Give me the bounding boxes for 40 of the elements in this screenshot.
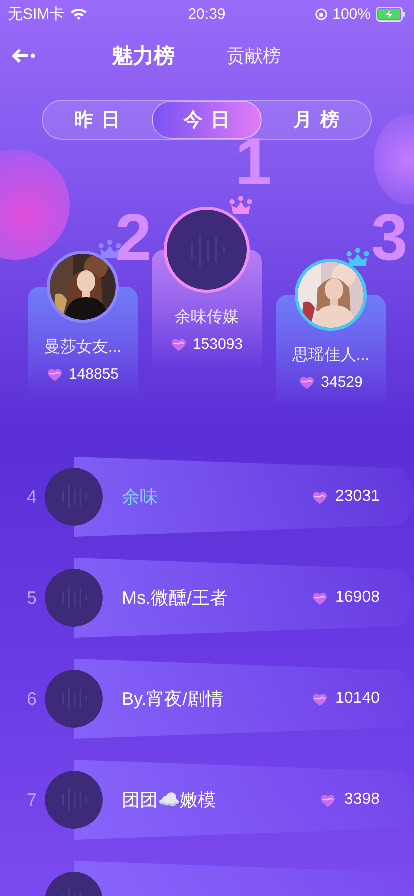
charm-score: 16908 [336, 589, 380, 607]
heart-icon [312, 692, 328, 706]
heart-icon [46, 367, 63, 382]
crown-icon [228, 195, 254, 216]
rank-number: 3 [371, 209, 408, 266]
user-name: Ms.微醺/王者 [122, 587, 229, 610]
heart-icon [299, 375, 316, 390]
rank-number: 2 [115, 209, 152, 266]
wifi-icon [70, 7, 88, 21]
period-tab[interactable]: 昨日 [43, 101, 152, 139]
user-name: 思瑶佳人... [292, 346, 370, 366]
charm-score: 148855 [68, 366, 120, 383]
user-name: 曼莎女友... [44, 338, 122, 358]
rotation-lock-icon [314, 8, 328, 20]
charm-score: 153093 [192, 336, 244, 353]
crown-icon [345, 247, 371, 268]
heart-icon [170, 337, 187, 352]
rank-number: 4 [26, 486, 38, 508]
period-tab[interactable]: 今日 [152, 101, 262, 139]
charm-score: 23031 [336, 488, 380, 506]
user-name: By.宵夜/剧情 [122, 688, 225, 711]
user-name: 余味传媒 [175, 308, 239, 328]
heart-icon [312, 490, 328, 504]
charm-score: 34529 [321, 374, 363, 391]
back-button[interactable] [12, 48, 36, 64]
charm-score: 3398 [344, 791, 380, 809]
carrier-text: 无SIM卡 [8, 4, 65, 24]
user-name: 余味 [122, 486, 159, 509]
clock-text: 20:39 [188, 6, 226, 22]
ranking-tab[interactable]: 魅力榜 [112, 42, 175, 70]
heart-icon [312, 590, 328, 606]
rank-number: 5 [26, 588, 38, 608]
charm-score: 10140 [336, 690, 380, 708]
user-name: 团团☁嫩模 [122, 789, 217, 812]
ranking-tab[interactable]: 贡献榜 [227, 44, 281, 68]
rank-number: 7 [26, 790, 38, 810]
battery-icon [376, 6, 406, 22]
battery-percent: 100% [332, 6, 371, 22]
rank-number: 6 [26, 688, 38, 710]
heart-icon [320, 792, 336, 808]
